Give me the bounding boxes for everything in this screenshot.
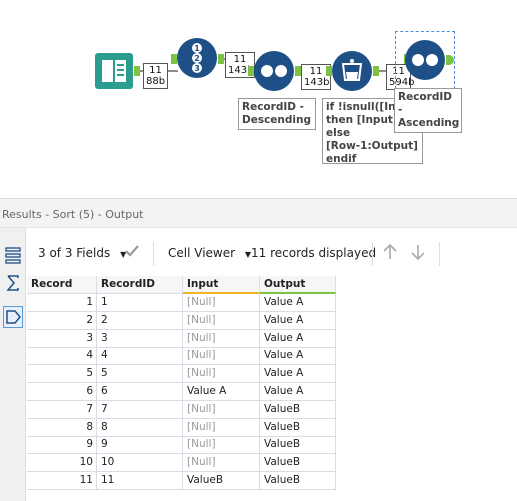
table-row[interactable]: 10 10 [Null] ValueB [27, 454, 336, 473]
table-header-row: Record RecordID Input Output [27, 276, 336, 294]
book-icon [102, 60, 126, 82]
column-header-input[interactable]: Input [183, 276, 260, 294]
recordid-cell[interactable]: 1 [97, 294, 183, 312]
output-cell[interactable]: ValueB [260, 400, 336, 419]
record-number[interactable]: 1 [27, 294, 97, 312]
scroll-down-button[interactable] [409, 243, 427, 264]
sigma-icon [6, 275, 19, 291]
input-cell[interactable]: [Null] [183, 329, 260, 348]
input-cell[interactable]: [Null] [183, 347, 260, 366]
fields-dropdown[interactable]: 3 of 3 Fields ▼ [38, 246, 126, 260]
workflow-canvas[interactable]: 11 88b 1 2 3 11 143b 11 143b 11 594b Rec… [0, 0, 517, 198]
svg-text:1: 1 [194, 44, 200, 53]
table-row[interactable]: 7 7 [Null] ValueB [27, 400, 336, 419]
toolbar-divider [153, 242, 154, 266]
output-cell[interactable]: ValueB [260, 436, 336, 455]
record-number[interactable]: 11 [27, 472, 97, 490]
column-header-output[interactable]: Output [260, 276, 336, 294]
record-number[interactable]: 5 [27, 365, 97, 384]
scroll-up-button[interactable] [381, 243, 399, 264]
record-number[interactable]: 9 [27, 436, 97, 455]
table-row[interactable]: 3 3 [Null] Value A [27, 329, 336, 348]
table-row[interactable]: 6 6 Value A Value A [27, 383, 336, 401]
results-side-toolbar [0, 228, 26, 501]
data-view-button[interactable] [3, 306, 23, 328]
sort-icon [261, 65, 287, 77]
toolbar-divider [439, 242, 440, 266]
output-cell[interactable]: Value A [260, 383, 336, 401]
recordid-cell[interactable]: 11 [97, 472, 183, 490]
sort-icon [412, 54, 438, 66]
record-number[interactable]: 4 [27, 347, 97, 366]
output-cell[interactable]: Value A [260, 365, 336, 384]
input-cell[interactable]: ValueB [183, 472, 260, 490]
sort-descending-tool[interactable] [254, 51, 294, 91]
output-cell[interactable]: ValueB [260, 472, 336, 490]
output-cell[interactable]: Value A [260, 329, 336, 348]
cell-viewer-dropdown[interactable]: Cell Viewer ▼ [168, 246, 251, 260]
apply-check-button[interactable] [124, 243, 140, 262]
record-number[interactable]: 10 [27, 454, 97, 473]
table-row[interactable]: 9 9 [Null] ValueB [27, 436, 336, 455]
check-icon [125, 245, 139, 257]
table-row[interactable]: 8 8 [Null] ValueB [27, 418, 336, 437]
recordid-cell[interactable]: 2 [97, 311, 183, 330]
output-cell[interactable]: Value A [260, 347, 336, 366]
input-cell[interactable]: [Null] [183, 365, 260, 384]
results-toolbar: 3 of 3 Fields ▼ Cell Viewer ▼ 11 records… [27, 236, 517, 272]
sort-desc-annotation: RecordID - Descending [238, 98, 316, 130]
recordid-cell[interactable]: 6 [97, 383, 183, 401]
table-row[interactable]: 4 4 [Null] Value A [27, 347, 336, 366]
arrow-down-icon [411, 245, 425, 261]
tag-icon [6, 310, 21, 324]
recordid-cell[interactable]: 3 [97, 329, 183, 348]
table-row[interactable]: 11 11 ValueB ValueB [27, 472, 336, 490]
input-cell[interactable]: [Null] [183, 294, 260, 312]
record-number[interactable]: 3 [27, 329, 97, 348]
recordid-cell[interactable]: 5 [97, 365, 183, 384]
input-cell[interactable]: Value A [183, 383, 260, 401]
table-view-button[interactable] [3, 245, 23, 267]
records-count-label: 11 records displayed [251, 246, 377, 260]
output-cell[interactable]: ValueB [260, 418, 336, 437]
sort-ascending-tool[interactable] [405, 40, 445, 80]
output-cell[interactable]: Value A [260, 294, 336, 312]
sort-asc-annotation: RecordID - Ascending [394, 88, 462, 133]
column-header-record[interactable]: Record [27, 276, 97, 294]
table-row[interactable]: 2 2 [Null] Value A [27, 311, 336, 330]
recordid-cell[interactable]: 8 [97, 418, 183, 437]
recordid-cell[interactable]: 10 [97, 454, 183, 473]
record-count-badge: 11 88b [143, 63, 168, 89]
recordid-cell[interactable]: 4 [97, 347, 183, 366]
input-cell[interactable]: [Null] [183, 311, 260, 330]
column-header-recordid[interactable]: RecordID [97, 276, 183, 294]
svg-text:3: 3 [194, 64, 200, 73]
multi-row-formula-tool[interactable] [332, 51, 372, 91]
svg-text:2: 2 [194, 54, 200, 63]
toolbar-divider [372, 242, 373, 266]
record-id-tool[interactable]: 1 2 3 [177, 38, 217, 78]
table-row[interactable]: 1 1 [Null] Value A [27, 294, 336, 312]
input-data-tool[interactable] [95, 53, 133, 89]
output-cell[interactable]: ValueB [260, 454, 336, 473]
record-number[interactable]: 8 [27, 418, 97, 437]
record-number[interactable]: 7 [27, 400, 97, 419]
input-cell[interactable]: [Null] [183, 400, 260, 419]
input-cell[interactable]: [Null] [183, 436, 260, 455]
recordid-cell[interactable]: 9 [97, 436, 183, 455]
record-number[interactable]: 2 [27, 311, 97, 330]
record-number[interactable]: 6 [27, 383, 97, 401]
input-cell[interactable]: [Null] [183, 418, 260, 437]
recordid-cell[interactable]: 7 [97, 400, 183, 419]
numbered-list-icon: 1 2 3 [192, 43, 202, 73]
table-icon [5, 247, 21, 264]
arrow-up-icon [383, 243, 397, 259]
metadata-view-button[interactable] [3, 272, 23, 294]
output-cell[interactable]: Value A [260, 311, 336, 330]
input-cell[interactable]: [Null] [183, 454, 260, 473]
table-row[interactable]: 5 5 [Null] Value A [27, 365, 336, 384]
results-header: Results - Sort (5) - Output [0, 198, 517, 228]
beaker-icon [341, 59, 363, 81]
results-title: Results - Sort (5) - Output [2, 208, 144, 221]
